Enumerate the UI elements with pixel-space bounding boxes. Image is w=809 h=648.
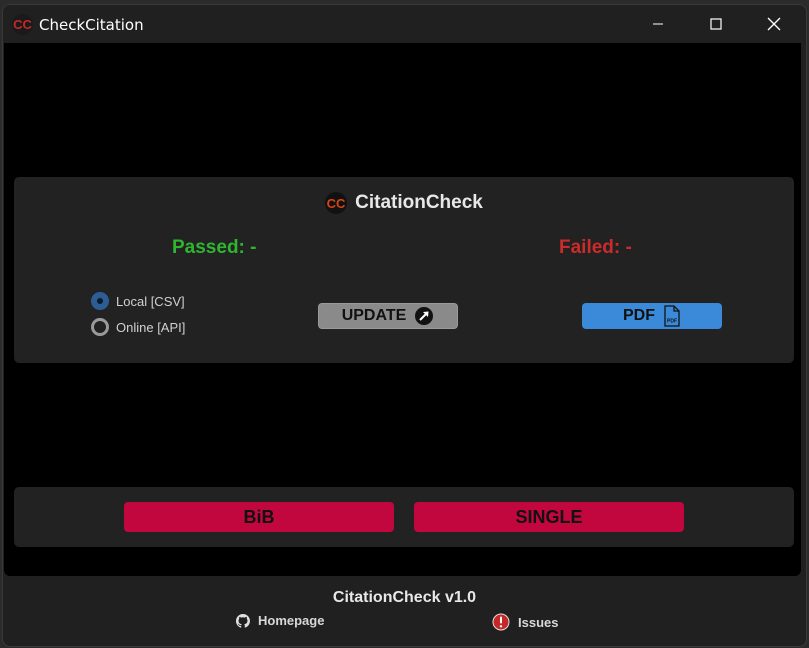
passed-count: Passed: - <box>172 237 257 258</box>
homepage-link[interactable]: Homepage <box>236 613 324 628</box>
homepage-link-label: Homepage <box>258 613 325 628</box>
panel-title: CitationCheck <box>355 192 483 213</box>
main-content: CC CitationCheck Passed: - Failed: - Loc… <box>4 43 801 576</box>
close-icon <box>767 17 781 31</box>
github-icon <box>236 613 250 628</box>
source-option-label: Online [API] <box>116 319 186 335</box>
radio-button[interactable] <box>91 318 109 336</box>
control-panel: CC CitationCheck Passed: - Failed: - Loc… <box>14 177 794 363</box>
issues-link[interactable]: Issues <box>492 613 558 631</box>
exclamation-circle-icon <box>492 613 510 631</box>
source-option-online[interactable]: Online [API] <box>91 318 185 336</box>
arrow-up-right-circle-icon <box>415 307 434 325</box>
close-button[interactable] <box>745 5 803 43</box>
svg-text:PDF: PDF <box>667 319 677 325</box>
cc-logo-icon: CC <box>12 14 33 35</box>
source-option-local[interactable]: Local [CSV] <box>91 292 185 310</box>
pdf-file-icon: PDF <box>664 305 680 327</box>
app-window: CC CheckCitation CC CitationCheck Passed… <box>2 4 807 647</box>
window-title: CheckCitation <box>39 16 144 34</box>
title-bar[interactable]: CC CheckCitation <box>3 5 806 43</box>
bib-button[interactable]: BiB <box>124 502 394 532</box>
update-button[interactable]: UPDATE <box>318 303 458 329</box>
single-button[interactable]: SINGLE <box>414 502 684 532</box>
source-option-label: Local [CSV] <box>116 293 185 309</box>
minimize-button[interactable] <box>629 5 687 43</box>
radio-button[interactable] <box>91 292 109 310</box>
svg-text:CC: CC <box>13 17 32 32</box>
version-label: CitationCheck v1.0 <box>332 589 477 606</box>
action-panel: BiB SINGLE <box>14 487 794 547</box>
cc-logo-icon: CC <box>325 192 348 214</box>
panel-header: CC CitationCheck <box>14 191 794 215</box>
svg-text:CC: CC <box>327 196 346 211</box>
pdf-button-label: PDF <box>623 307 655 324</box>
maximize-icon <box>710 18 722 30</box>
pdf-button[interactable]: PDF PDF <box>582 303 722 329</box>
minimize-icon <box>653 23 663 25</box>
update-button-label: UPDATE <box>341 307 407 324</box>
failed-count: Failed: - <box>559 237 632 258</box>
maximize-button[interactable] <box>687 5 745 43</box>
issues-link-label: Issues <box>518 614 559 630</box>
